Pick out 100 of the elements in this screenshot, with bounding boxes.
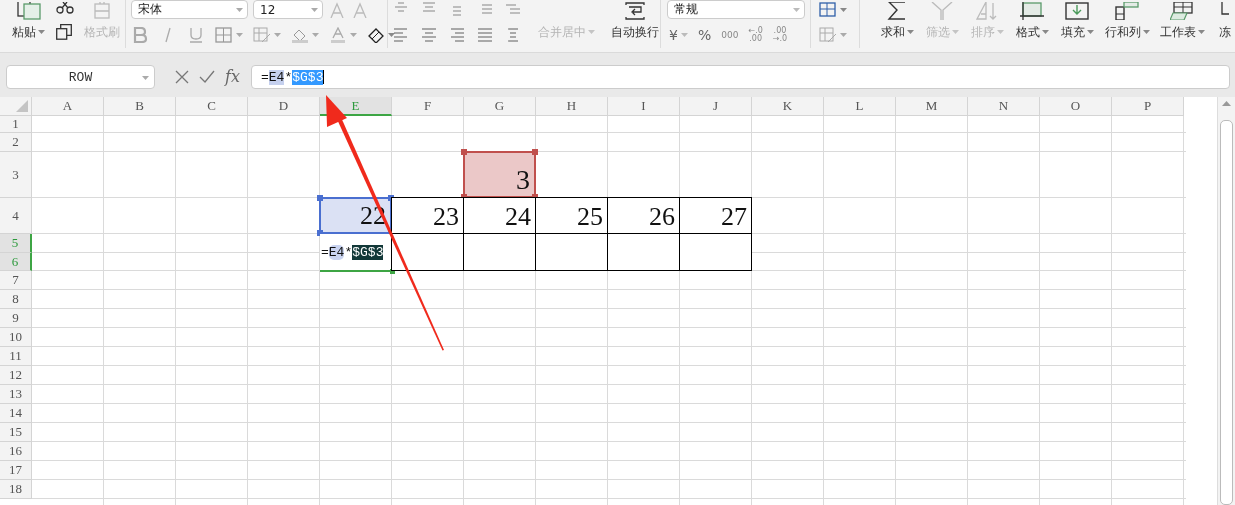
italic-icon: [165, 26, 172, 43]
column-header[interactable]: F: [392, 97, 464, 116]
function-button[interactable]: fx: [225, 68, 240, 86]
rows-columns-button[interactable]: 行和列: [1105, 2, 1149, 39]
row-header[interactable]: 12: [0, 366, 32, 385]
row-header[interactable]: 4: [0, 198, 32, 234]
row-header[interactable]: 13: [0, 385, 32, 404]
row-header[interactable]: 7: [0, 271, 32, 290]
row-header[interactable]: 3: [0, 152, 32, 198]
column-header[interactable]: P: [1112, 97, 1184, 116]
row-header[interactable]: 15: [0, 423, 32, 442]
cancel-icon: [175, 70, 189, 84]
scroll-up-icon: [1222, 101, 1231, 106]
bold-icon: [131, 26, 150, 43]
font-name-field[interactable]: 宋体: [131, 0, 249, 19]
format-button[interactable]: 格式: [1015, 2, 1049, 39]
column-header[interactable]: K: [752, 97, 824, 116]
active-cell[interactable]: =E4*$G$3: [320, 234, 392, 272]
percent-button[interactable]: %: [697, 26, 712, 43]
select-all-icon: [16, 100, 28, 112]
table-pen-icon: [818, 26, 837, 43]
freeze-button[interactable]: 冻: [1215, 2, 1235, 39]
caret-icon: [1197, 30, 1205, 34]
caret-icon: [1086, 30, 1094, 34]
row-header[interactable]: 10: [0, 328, 32, 347]
grid-icon: [215, 26, 234, 43]
formula-text: =E4*$G$3: [261, 69, 324, 85]
formula-field[interactable]: =E4*$G$3: [251, 65, 1230, 89]
table-style-button[interactable]: [818, 0, 847, 19]
clear-button[interactable]: [367, 26, 396, 43]
row-header[interactable]: 17: [0, 461, 32, 480]
rows-columns-icon: [1115, 2, 1139, 20]
caret-icon: [142, 76, 149, 80]
table-pen-icon: [253, 26, 272, 43]
row-header[interactable]: 11: [0, 347, 32, 366]
column-header[interactable]: O: [1040, 97, 1112, 116]
borders-button[interactable]: [215, 26, 244, 43]
font-size-field[interactable]: 12: [253, 0, 324, 19]
caret-icon: [37, 30, 45, 34]
caret-icon: [236, 7, 244, 12]
column-header[interactable]: M: [896, 97, 968, 116]
caret-icon: [996, 30, 1004, 34]
row-header[interactable]: 9: [0, 309, 32, 328]
column-header[interactable]: G: [464, 97, 536, 116]
caret-icon: [350, 32, 358, 37]
column-header[interactable]: C: [176, 97, 248, 116]
table-icon: [818, 1, 837, 18]
column-header[interactable]: J: [680, 97, 752, 116]
sum-button[interactable]: 求和: [880, 2, 914, 39]
sort-icon: [975, 2, 999, 20]
align-center-icon: [420, 26, 439, 43]
copy-button[interactable]: [56, 24, 74, 40]
eraser-icon: [367, 26, 386, 43]
caret-icon: [1041, 30, 1049, 34]
row-header[interactable]: 18: [0, 480, 32, 499]
caret-icon: [680, 32, 688, 37]
wrap-text-button[interactable]: 自动换行: [610, 0, 661, 39]
column-header[interactable]: I: [608, 97, 680, 116]
number-format-field[interactable]: 常规: [667, 0, 806, 19]
fill-down-icon: [1065, 2, 1089, 20]
cell-format-icon: [1020, 2, 1044, 20]
row-header[interactable]: 16: [0, 442, 32, 461]
column-header[interactable]: N: [968, 97, 1040, 116]
caret-icon: [839, 7, 847, 12]
cut-button[interactable]: [56, 2, 74, 14]
font-color-icon: [329, 26, 348, 43]
column-header[interactable]: A: [32, 97, 104, 116]
worksheet-button[interactable]: 工作表: [1160, 2, 1204, 39]
worksheet-icon: [1170, 2, 1194, 20]
caret-icon: [274, 32, 282, 37]
row-header[interactable]: 1: [0, 116, 32, 133]
name-box[interactable]: ROW: [6, 65, 155, 89]
row-header[interactable]: 8: [0, 290, 32, 309]
scrollbar[interactable]: [1217, 97, 1235, 505]
column-header[interactable]: H: [536, 97, 608, 116]
currency-button[interactable]: ¥: [669, 26, 688, 43]
column-header[interactable]: B: [104, 97, 176, 116]
caret-icon: [312, 32, 320, 37]
cell-style-button[interactable]: [253, 26, 282, 43]
paste-button[interactable]: 粘贴: [8, 2, 48, 39]
cell-formula: =E4*$G$3: [320, 244, 384, 260]
font-color-button[interactable]: [329, 26, 358, 43]
table-cell: 3: [463, 151, 536, 198]
caret-icon: [793, 7, 801, 12]
column-header[interactable]: L: [824, 97, 896, 116]
check-icon: [199, 70, 215, 84]
caret-icon: [236, 32, 244, 37]
align-right-icon: [448, 26, 467, 43]
row-header[interactable]: 2: [0, 133, 32, 152]
caret-icon: [906, 30, 914, 34]
cell-style-button[interactable]: [818, 25, 847, 44]
caret-icon: [839, 32, 847, 37]
caret-icon: [1142, 30, 1150, 34]
justify-icon: [476, 26, 495, 43]
fill-button[interactable]: 填充: [1060, 2, 1094, 39]
table-cell: 27: [679, 197, 752, 234]
column-header[interactable]: D: [248, 97, 320, 116]
wrap-text-icon: [624, 2, 647, 20]
row-header[interactable]: 14: [0, 404, 32, 423]
clipboard-icon: [14, 2, 42, 20]
